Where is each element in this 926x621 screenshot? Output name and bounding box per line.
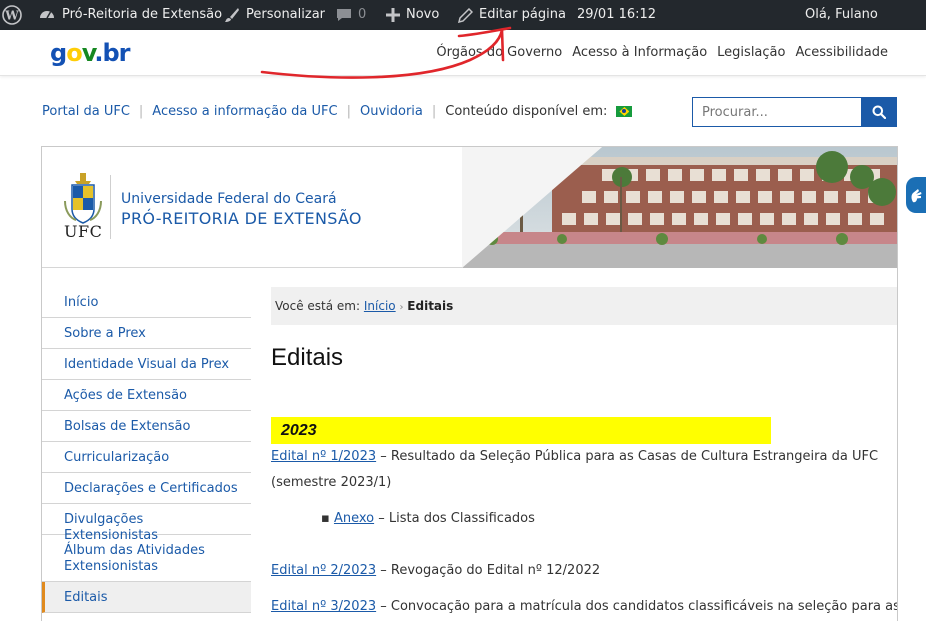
search-button[interactable] [861, 97, 897, 127]
dashboard-icon [40, 11, 54, 19]
logo-dot: . [94, 39, 103, 67]
sidebar-item-declaracoes[interactable]: Declarações e Certificados [42, 473, 251, 504]
department-name[interactable]: PRÓ-REITORIA DE EXTENSÃO [121, 209, 362, 228]
admin-bar-account[interactable]: Olá, Fulano [805, 0, 878, 30]
annex-link[interactable]: Anexo [334, 511, 374, 526]
breadcrumb-current: Editais [407, 299, 454, 313]
plus-icon [386, 8, 400, 22]
edital-1-link[interactable]: Edital nº 1/2023 [271, 449, 376, 464]
site-header: UFC Universidade Federal do Ceará PRÓ-RE… [42, 147, 897, 268]
ufc-acronym: UFC [64, 222, 103, 241]
gov-link-legislacao[interactable]: Legislação [717, 45, 785, 60]
admin-bar-new[interactable]: Novo [386, 0, 439, 30]
annex-bullet: ▪ Anexo – Lista dos Classificados [321, 511, 535, 526]
admin-bar-edit-page[interactable]: Editar página [458, 0, 566, 30]
search-form [692, 97, 897, 127]
logo-letter-g: g [50, 39, 67, 67]
breadcrumb-prefix: Você está em: [275, 299, 361, 313]
sidebar-nav: Início Sobre a Prex Identidade Visual da… [42, 287, 251, 613]
sidebar-item-sobre[interactable]: Sobre a Prex [42, 318, 251, 349]
edital-3-text: – Convocação para a matrícula dos candid… [376, 599, 898, 614]
svg-text:W: W [4, 9, 19, 23]
admin-bar-site-link[interactable]: Pró-Reitoria de Extensão [38, 0, 222, 30]
edital-entry-1-cont: (semestre 2023/1) [271, 475, 391, 490]
gov-links: Órgãos do Governo Acesso à Informação Le… [436, 45, 888, 60]
breadcrumb-home-link[interactable]: Início [364, 299, 396, 313]
site-name: Pró-Reitoria de Extensão [62, 7, 223, 22]
separator: | [346, 104, 351, 119]
edital-2-link[interactable]: Edital nº 2/2023 [271, 563, 376, 578]
search-input[interactable] [692, 97, 861, 127]
sign-language-icon [911, 189, 922, 203]
wordpress-logo-icon[interactable]: W [2, 0, 22, 30]
gov-link-orgaos[interactable]: Órgãos do Governo [436, 45, 562, 60]
sidebar-item-divulgacoes[interactable]: Divulgações Extensionistas [42, 504, 251, 543]
separator: | [431, 104, 437, 119]
sidebar-item-acoes[interactable]: Ações de Extensão [42, 380, 251, 411]
campus-building-photo [462, 147, 897, 268]
admin-bar-comments[interactable]: 0 [336, 0, 366, 30]
datetime-text: 29/01 16:12 [577, 7, 657, 22]
content-available-label: Conteúdo disponível em: [445, 104, 608, 119]
gov-bar: gov.br Órgãos do Governo Acesso à Inform… [0, 30, 926, 76]
sidebar-item-editais[interactable]: Editais [42, 582, 251, 613]
edital-1-text: – Resultado da Seleção Pública para as C… [376, 449, 879, 464]
gov-link-acessibilidade[interactable]: Acessibilidade [795, 45, 888, 60]
admin-bar-customize[interactable]: Personalizar [224, 0, 325, 30]
gov-link-acesso[interactable]: Acesso à Informação [572, 45, 707, 60]
search-icon [872, 105, 886, 119]
ombudsman-link[interactable]: Ouvidoria [360, 104, 423, 119]
sidebar-item-identidade[interactable]: Identidade Visual da Prex [42, 349, 251, 380]
comment-icon [337, 9, 351, 21]
greeting-text: Olá, Fulano [805, 7, 878, 22]
edital-2-text: – Revogação do Edital nº 12/2022 [376, 563, 601, 578]
sidebar-item-inicio[interactable]: Início [42, 287, 251, 318]
edital-1-text-cont: (semestre 2023/1) [271, 475, 392, 490]
bullet-marker: ▪ [321, 511, 330, 526]
customize-label: Personalizar [246, 7, 326, 22]
page-title: Editais [271, 344, 344, 371]
sidebar-item-album[interactable]: Álbum das Atividades Extensionistas [42, 535, 251, 582]
header-divider [110, 175, 111, 239]
university-name[interactable]: Universidade Federal do Ceará [121, 191, 337, 207]
content-box: UFC Universidade Federal do Ceará PRÓ-RE… [41, 146, 898, 621]
sidebar-item-curricularizacao[interactable]: Curricularização [42, 442, 251, 473]
accessibility-tab[interactable] [906, 177, 926, 213]
admin-bar-datetime: 29/01 16:12 [577, 0, 656, 30]
logo-letter-o: o [66, 39, 82, 67]
new-label: Novo [406, 7, 440, 22]
edital-3-link[interactable]: Edital nº 3/2023 [271, 599, 376, 614]
breadcrumb: Você está em: Início › Editais [271, 287, 897, 325]
edit-page-label: Editar página [479, 7, 566, 22]
annex-text: – Lista dos Classificados [374, 511, 535, 526]
brush-icon [225, 8, 239, 22]
portal-ufc-link[interactable]: Portal da UFC [42, 104, 130, 119]
access-info-link[interactable]: Acesso a informação da UFC [152, 104, 337, 119]
govbr-logo[interactable]: gov.br [50, 39, 131, 67]
logo-letter-v: v [81, 39, 96, 67]
edital-entry-2: Edital nº 2/2023 – Revogação do Edital n… [271, 563, 600, 578]
breadcrumb-chevron-icon: › [399, 302, 404, 313]
admin-bar: W Pró-Reitoria de Extensão Personalizar … [0, 0, 926, 30]
separator: | [138, 104, 144, 119]
pencil-icon [458, 7, 473, 23]
year-heading: 2023 [271, 417, 771, 444]
comments-count: 0 [358, 7, 367, 22]
brazil-flag-icon[interactable] [616, 106, 633, 117]
sidebar-item-bolsas[interactable]: Bolsas de Extensão [42, 411, 251, 442]
top-links: Portal da UFC | Acesso a informação da U… [42, 104, 633, 119]
edital-entry-3: Edital nº 3/2023 – Convocação para a mat… [271, 599, 898, 614]
edital-entry-1: Edital nº 1/2023 – Resultado da Seleção … [271, 449, 878, 464]
logo-br: br [102, 39, 131, 67]
